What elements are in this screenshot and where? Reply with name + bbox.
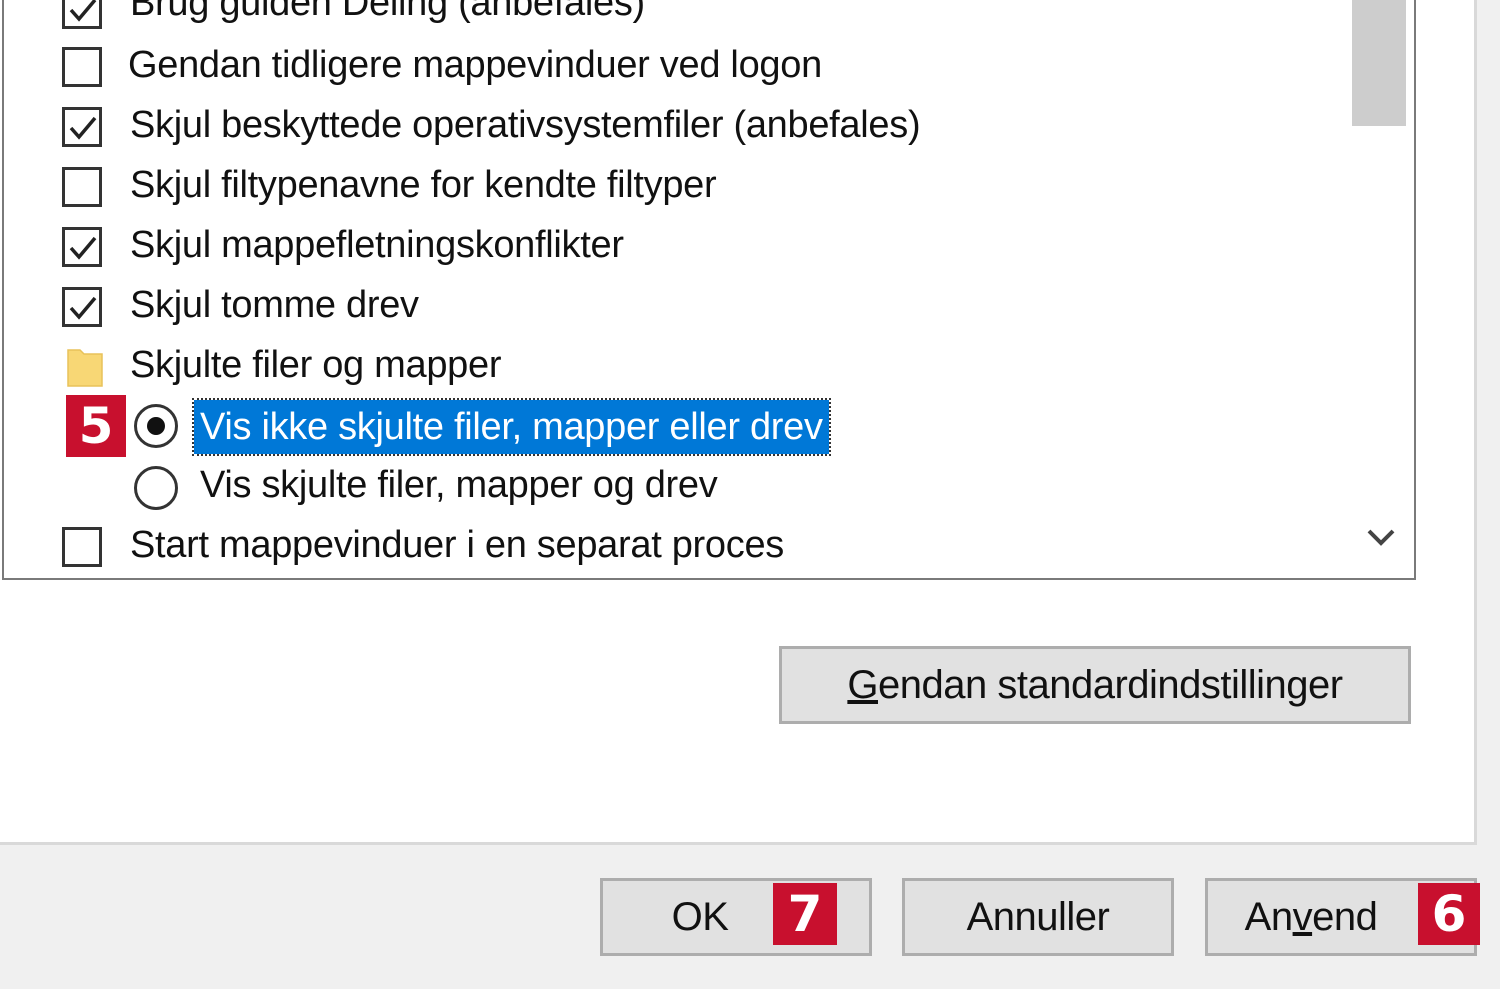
vertical-scrollbar[interactable]	[1350, 0, 1414, 572]
cancel-button[interactable]: Annuller	[902, 878, 1174, 956]
restore-defaults-label: endan standardindstillinger	[878, 663, 1343, 707]
hide-extensions-label: Skjul filtypenavne for kendte filtyper	[130, 164, 717, 206]
restore-defaults-button[interactable]: Gendan standardindstillinger	[779, 646, 1411, 724]
checkmark-icon	[69, 0, 97, 22]
restore-defaults-accesskey: G	[847, 663, 878, 707]
hidden-files-group-label: Skjulte filer og mapper	[130, 344, 502, 386]
apply-label-part1: An	[1244, 895, 1293, 939]
view-tab-page: Brug guiden Deling (anbefales) Gendan ti…	[0, 0, 1477, 845]
checkmark-icon	[69, 296, 97, 320]
ok-label: OK	[671, 895, 729, 939]
checkmark-icon	[69, 116, 97, 140]
sharing-wizard-checkbox[interactable]	[62, 0, 102, 29]
folder-icon	[67, 349, 103, 387]
apply-accesskey: v	[1292, 895, 1313, 939]
separate-process-label: Start mappevinduer i en separat proces	[130, 524, 784, 566]
advanced-settings-list[interactable]: Brug guiden Deling (anbefales) Gendan ti…	[2, 0, 1416, 580]
sharing-wizard-label: Brug guiden Deling (anbefales)	[130, 0, 645, 24]
separate-process-checkbox[interactable]	[62, 527, 102, 567]
step-5-badge: 5	[66, 395, 126, 457]
chevron-down-icon[interactable]	[1364, 520, 1398, 554]
folder-options-dialog: Brug guiden Deling (anbefales) Gendan ti…	[0, 0, 1500, 989]
hide-merge-conflicts-checkbox[interactable]	[62, 227, 102, 267]
step-7-badge: 7	[773, 883, 837, 945]
hide-system-files-checkbox[interactable]	[62, 107, 102, 147]
show-hidden-radio[interactable]	[134, 466, 178, 510]
hide-empty-drives-label: Skjul tomme drev	[130, 284, 419, 326]
hide-empty-drives-checkbox[interactable]	[62, 287, 102, 327]
scrollbar-thumb[interactable]	[1352, 0, 1406, 126]
restore-windows-checkbox[interactable]	[62, 47, 102, 87]
step-6-badge: 6	[1418, 883, 1480, 945]
dont-show-hidden-radio[interactable]	[134, 404, 178, 448]
hide-merge-conflicts-label: Skjul mappefletningskonflikter	[130, 224, 624, 266]
checkmark-icon	[69, 236, 97, 260]
apply-label-wrap: Anvend	[1245, 895, 1378, 939]
apply-label-part2: end	[1312, 895, 1378, 939]
show-hidden-label: Vis skjulte filer, mapper og drev	[200, 464, 718, 506]
dont-show-hidden-label: Vis ikke skjulte filer, mapper eller dre…	[192, 398, 831, 456]
restore-windows-label: Gendan tidligere mappevinduer ved logon	[128, 44, 822, 86]
hide-system-files-label: Skjul beskyttede operativsystemfiler (an…	[130, 104, 921, 146]
cancel-label: Annuller	[966, 895, 1110, 939]
hide-extensions-checkbox[interactable]	[62, 167, 102, 207]
radio-selected-dot	[147, 417, 165, 435]
